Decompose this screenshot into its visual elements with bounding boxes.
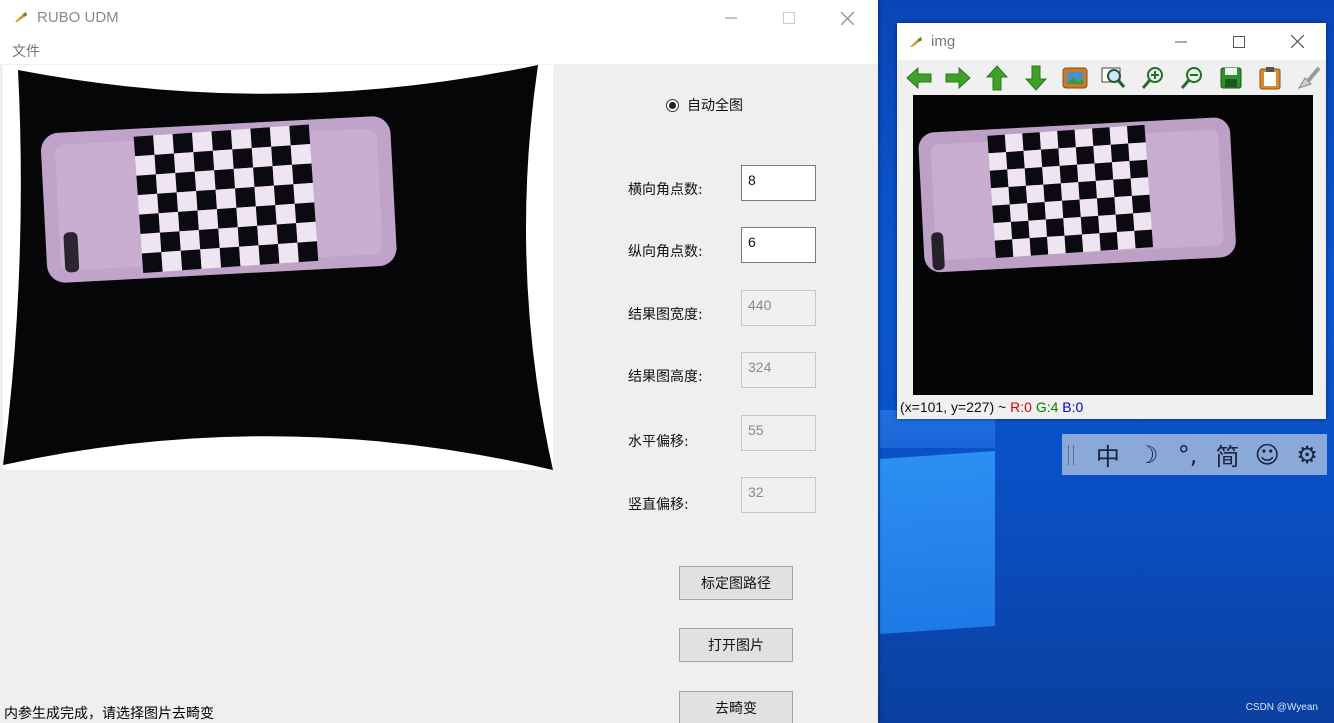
watermark: CSDN @Wyean [1245,702,1318,713]
img-view-canvas[interactable] [913,95,1313,395]
ime-chinese-mode[interactable]: 中 [1088,434,1128,475]
undistort-button[interactable]: 去畸变 [679,691,793,723]
pixel-coords: (x=101, y=227) ~ [900,399,1011,415]
title-bar[interactable]: RUBO UDM [0,0,878,36]
horizontal-offset-input: 55 [741,415,816,451]
pixel-green: G:4 [1035,399,1059,415]
ime-settings-icon[interactable]: ⚙ [1287,434,1327,475]
status-text: 内参生成完成，请选择图片去畸变 [4,706,214,722]
undistorted-image-preview [3,65,553,470]
rows-label: 纵向角点数: [628,244,703,260]
arrow-down-icon[interactable] [1022,64,1050,92]
zoom-out-icon[interactable] [1178,64,1206,92]
pixel-readout: (x=101, y=227) ~ R:0 G:4 B:0 [900,399,1083,415]
brush-icon[interactable] [1295,64,1323,92]
vertical-offset-label: 竖直偏移: [628,497,689,513]
image-icon[interactable] [1061,64,1089,92]
maximize-icon [783,12,795,24]
img-window: img (x=101, y=227) ~ R:0 G:4 B:0 [897,23,1326,419]
result-height-input: 324 [741,352,816,388]
auto-full-radio[interactable]: 自动全图 [666,95,743,115]
vertical-offset-input: 32 [741,477,816,513]
close-icon [1290,35,1304,48]
arrow-right-icon[interactable] [944,64,972,92]
img-window-title: img [931,33,956,50]
result-width-input: 440 [741,290,816,326]
windows-logo-pane [880,450,995,635]
cols-label: 横向角点数: [628,182,703,198]
horizontal-offset-label: 水平偏移: [628,434,689,450]
main-window: RUBO UDM 文件 自动全图 横向角点数: 8 纵向角点数: 6 结果图宽度… [0,0,878,723]
cols-input[interactable]: 8 [741,165,816,201]
checkerboard [133,124,319,273]
app-icon [15,12,27,22]
window-title: RUBO UDM [37,9,119,26]
calib-path-button[interactable]: 标定图路径 [679,566,793,600]
close-icon [840,11,854,25]
radio-label: 自动全图 [687,98,743,114]
img-close-button[interactable] [1268,23,1326,60]
clipboard-icon[interactable] [1256,64,1284,92]
ime-punctuation-icon[interactable]: °, [1168,434,1208,475]
ime-simplified-mode[interactable]: 简 [1208,434,1248,475]
menu-bar: 文件 [0,36,878,64]
close-button[interactable] [818,0,876,36]
result-height-label: 结果图高度: [628,369,703,385]
img-title-bar[interactable]: img [897,23,1326,60]
img-maximize-button[interactable] [1210,23,1268,60]
minimize-icon [1175,41,1187,42]
maximize-icon [1233,35,1245,48]
zoom-in-icon[interactable] [1139,64,1167,92]
ime-grip-handle[interactable] [1068,444,1074,465]
img-minimize-button[interactable] [1152,23,1210,60]
result-width-label: 结果图宽度: [628,307,703,323]
ime-toolbar: 中 ☽ °, 简 ☺ ⚙ [1062,434,1327,475]
radio-button[interactable] [666,98,679,112]
ime-emoji-icon[interactable]: ☺ [1247,434,1287,475]
arrow-left-icon[interactable] [905,64,933,92]
rows-input[interactable]: 6 [741,227,816,263]
maximize-button[interactable] [760,0,818,36]
ime-moon-icon[interactable]: ☽ [1128,434,1168,475]
arrow-up-icon[interactable] [983,64,1011,92]
zoom-fit-icon[interactable] [1100,64,1128,92]
save-icon[interactable] [1217,64,1245,92]
open-image-button[interactable]: 打开图片 [679,628,793,662]
pixel-blue: B:0 [1062,399,1084,415]
checkerboard [987,124,1154,259]
menu-file[interactable]: 文件 [12,41,40,61]
img-toolbar [897,60,1326,96]
minimize-icon [725,17,737,19]
pixel-red: R:0 [1010,399,1032,415]
minimize-button[interactable] [702,0,760,36]
app-icon [910,37,922,47]
